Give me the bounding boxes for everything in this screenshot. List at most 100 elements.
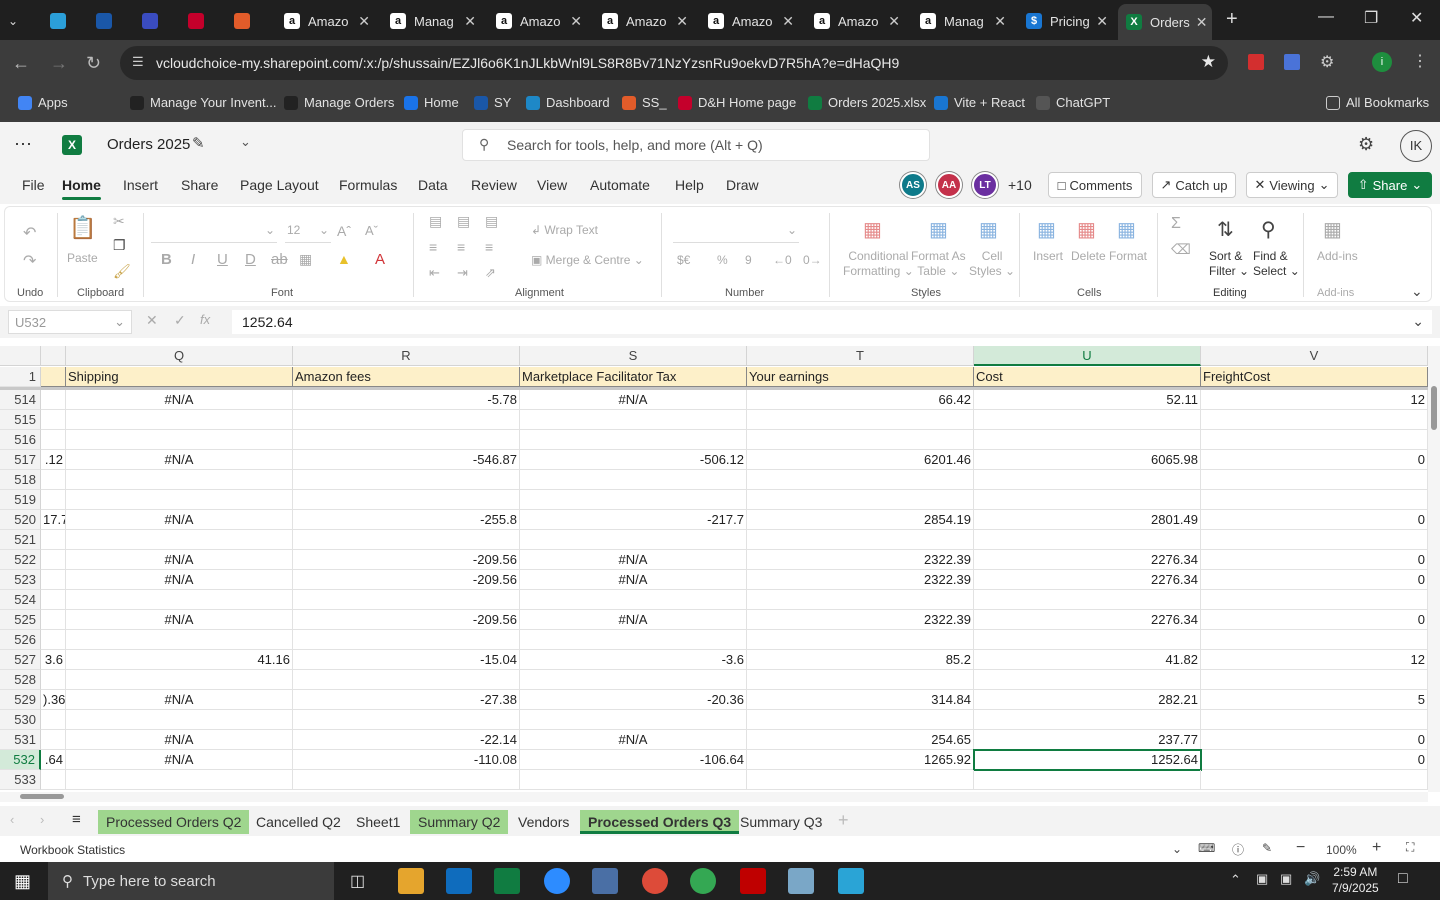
table-cell[interactable] bbox=[41, 430, 66, 450]
table-cell[interactable] bbox=[66, 710, 293, 730]
borders-icon[interactable]: ▦ bbox=[299, 251, 312, 268]
row-header[interactable]: 519 bbox=[0, 490, 41, 510]
table-cell[interactable] bbox=[293, 530, 520, 550]
align-right-icon[interactable]: ≡ bbox=[485, 239, 493, 255]
font-size-select[interactable]: 12 ⌄ bbox=[285, 219, 331, 243]
table-cell[interactable]: 1265.92 bbox=[747, 750, 974, 770]
table-cell[interactable] bbox=[747, 470, 974, 490]
bookmark-star-icon[interactable]: ★ bbox=[1201, 52, 1216, 72]
sheet-tab[interactable]: Cancelled Q2 bbox=[248, 810, 349, 834]
table-cell[interactable]: #N/A bbox=[66, 570, 293, 590]
row-header[interactable]: 514 bbox=[0, 390, 41, 410]
table-cell[interactable]: 2276.34 bbox=[974, 610, 1201, 630]
table-cell[interactable] bbox=[520, 430, 747, 450]
table-cell[interactable]: #N/A bbox=[66, 610, 293, 630]
row-header[interactable]: 530 bbox=[0, 710, 41, 730]
extensions-puzzle-icon[interactable]: ⚙ bbox=[1320, 52, 1334, 72]
table-cell[interactable]: 0 bbox=[1201, 610, 1428, 630]
table-cell[interactable]: -506.12 bbox=[520, 450, 747, 470]
sheet-tab[interactable]: Processed Orders Q3 bbox=[580, 810, 740, 834]
help-icon[interactable]: ⓘ bbox=[1232, 841, 1244, 858]
scroll-thumb[interactable] bbox=[1431, 386, 1437, 430]
table-cell[interactable] bbox=[66, 590, 293, 610]
column-header-r[interactable]: R bbox=[293, 346, 520, 366]
outlook-icon[interactable] bbox=[446, 868, 472, 894]
table-cell[interactable] bbox=[1201, 490, 1428, 510]
merge-centre-button[interactable]: ▣ Merge & Centre ⌄ bbox=[531, 253, 644, 267]
row-header[interactable]: 526 bbox=[0, 630, 41, 650]
table-cell[interactable] bbox=[974, 590, 1201, 610]
user-avatar[interactable]: IK bbox=[1400, 130, 1432, 162]
feedback-icon[interactable]: ✎ bbox=[1262, 841, 1272, 855]
table-cell[interactable]: 2322.39 bbox=[747, 570, 974, 590]
table-cell[interactable]: -22.14 bbox=[293, 730, 520, 750]
table-cell[interactable] bbox=[41, 410, 66, 430]
table-cell[interactable]: 5 bbox=[1201, 690, 1428, 710]
align-bottom-icon[interactable]: ▤ bbox=[485, 213, 498, 230]
bookmark-item[interactable]: Apps bbox=[18, 95, 68, 110]
table-cell[interactable] bbox=[974, 470, 1201, 490]
clear-icon[interactable]: ⌫ bbox=[1171, 241, 1191, 258]
table-cell[interactable] bbox=[41, 670, 66, 690]
table-cell[interactable]: #N/A bbox=[66, 510, 293, 530]
row-header[interactable]: 532 bbox=[0, 750, 41, 770]
browser-tab[interactable]: $ Pricing ✕ bbox=[1018, 6, 1114, 36]
fullscreen-icon[interactable]: ⛶ bbox=[1406, 840, 1414, 855]
table-cell[interactable] bbox=[66, 430, 293, 450]
table-cell[interactable] bbox=[66, 470, 293, 490]
chrome-menu-icon[interactable]: ⋮ bbox=[1412, 51, 1428, 71]
table-cell[interactable] bbox=[41, 530, 66, 550]
close-tab-icon[interactable]: ✕ bbox=[776, 13, 800, 30]
paste-label[interactable]: Paste bbox=[67, 251, 98, 265]
table-cell[interactable] bbox=[747, 770, 974, 790]
table-cell[interactable]: #N/A bbox=[66, 390, 293, 410]
row-header[interactable]: 518 bbox=[0, 470, 41, 490]
table-cell[interactable]: 1252.64 bbox=[974, 750, 1201, 770]
bookmark-item[interactable]: Home bbox=[404, 95, 459, 110]
table-cell[interactable] bbox=[974, 770, 1201, 790]
table-cell[interactable] bbox=[747, 630, 974, 650]
close-tab-icon[interactable]: ✕ bbox=[670, 13, 694, 30]
table-cell[interactable]: 41.82 bbox=[974, 650, 1201, 670]
browser-tab[interactable]: a Amazo ✕ bbox=[488, 6, 588, 36]
bookmark-item[interactable]: ChatGPT bbox=[1036, 95, 1110, 110]
table-cell[interactable]: -209.56 bbox=[293, 570, 520, 590]
table-cell[interactable] bbox=[520, 470, 747, 490]
table-cell[interactable]: #N/A bbox=[66, 750, 293, 770]
table-cell[interactable]: 3.6 bbox=[41, 650, 66, 670]
chevron-down-icon[interactable]: ⌄ bbox=[1172, 842, 1182, 856]
bookmark-item[interactable]: Manage Your Invent... bbox=[130, 95, 276, 110]
address-bar[interactable]: ☰ vcloudchoice-my.sharepoint.com/:x:/p/s… bbox=[120, 46, 1228, 80]
table-cell[interactable] bbox=[747, 710, 974, 730]
underline-icon[interactable]: U bbox=[217, 251, 228, 268]
number-format-select[interactable]: ⌄ bbox=[673, 219, 799, 243]
browser-tab[interactable] bbox=[234, 6, 256, 36]
title-dropdown-icon[interactable]: ⌄ bbox=[240, 134, 251, 150]
file-explorer-icon[interactable] bbox=[398, 868, 424, 894]
table-cell[interactable] bbox=[293, 430, 520, 450]
row-header[interactable]: 521 bbox=[0, 530, 41, 550]
insert-cells-button[interactable]: Insert bbox=[1033, 249, 1063, 263]
bold-icon[interactable]: B bbox=[161, 251, 172, 268]
table-cell[interactable]: .64 bbox=[41, 750, 66, 770]
viewing-mode-button[interactable]: ✕ Viewing ⌄ bbox=[1246, 172, 1338, 198]
header-cell[interactable]: Cost bbox=[974, 367, 1201, 387]
column-header-u[interactable]: U bbox=[974, 346, 1201, 366]
table-cell[interactable]: 0 bbox=[1201, 550, 1428, 570]
zoom-in-icon[interactable]: + bbox=[1372, 839, 1381, 857]
close-tab-icon[interactable]: ✕ bbox=[458, 13, 482, 30]
table-cell[interactable]: 2854.19 bbox=[747, 510, 974, 530]
browser-tab[interactable] bbox=[96, 6, 118, 36]
bookmark-item[interactable]: Dashboard bbox=[526, 95, 610, 110]
extension-icon[interactable] bbox=[1284, 54, 1300, 70]
table-cell[interactable]: .12 bbox=[41, 450, 66, 470]
next-sheet-icon[interactable]: › bbox=[40, 812, 44, 827]
column-header-p[interactable] bbox=[41, 346, 66, 366]
table-cell[interactable] bbox=[41, 390, 66, 410]
table-cell[interactable]: 0 bbox=[1201, 730, 1428, 750]
workbook-title[interactable]: Orders 2025 bbox=[107, 136, 190, 153]
table-cell[interactable] bbox=[520, 590, 747, 610]
table-cell[interactable]: #N/A bbox=[520, 390, 747, 410]
table-cell[interactable] bbox=[66, 490, 293, 510]
align-middle-icon[interactable]: ▤ bbox=[457, 213, 470, 230]
